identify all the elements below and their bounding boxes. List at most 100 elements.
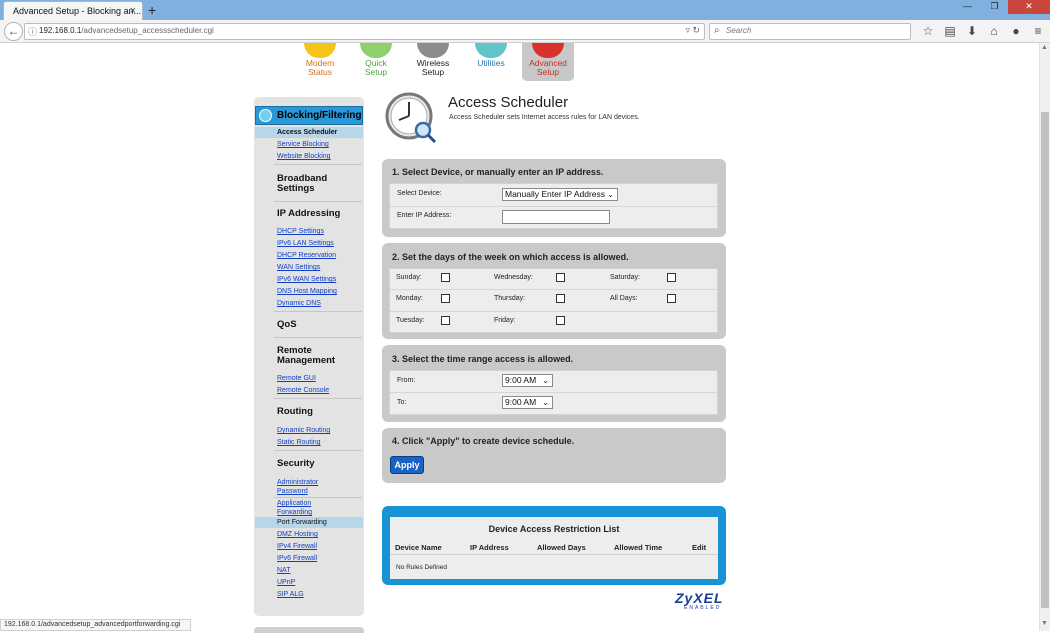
url-bar[interactable]: ⓘ 192.168.0.1/advancedsetup_accessschedu… (24, 23, 705, 40)
nav-advanced-setup[interactable]: Advanced Setup (522, 43, 574, 81)
select-device-value: Manually Enter IP Address (505, 189, 606, 199)
search-input[interactable]: Search (726, 26, 751, 35)
reading-list-icon[interactable]: ▤ (939, 23, 961, 40)
scroll-down-icon[interactable]: ▼ (1041, 620, 1048, 627)
sidebar-item-upnp[interactable]: UPnP (277, 578, 295, 587)
friday-checkbox[interactable] (556, 316, 565, 325)
globe-icon: ⓘ (28, 27, 38, 37)
sidebar-item-remote-console[interactable]: Remote Console (277, 386, 329, 395)
back-button[interactable]: ← (4, 22, 23, 41)
menu-icon[interactable]: ≡ (1027, 23, 1049, 40)
monday-checkbox[interactable] (441, 294, 450, 303)
sidebar-section-security[interactable]: Security (277, 459, 315, 469)
quick-setup-icon (360, 43, 392, 58)
step4-panel: 4. Click "Apply" to create device schedu… (382, 428, 726, 483)
step3-title: 3. Select the time range access is allow… (392, 354, 574, 364)
sidebar-item-static-routing[interactable]: Static Routing (277, 438, 321, 447)
search-bar[interactable]: ⌕ Search (709, 23, 911, 40)
saturday-checkbox[interactable] (667, 273, 676, 282)
sidebar-item-access-scheduler[interactable]: Access Scheduler (277, 128, 337, 137)
step3-fields: From: To: (389, 370, 718, 415)
sidebar-item-dmz-hosting[interactable]: DMZ Hosting (277, 530, 318, 539)
nav-label: Status (307, 67, 333, 77)
sidebar-item-dhcp-settings[interactable]: DHCP Settings (277, 227, 324, 236)
close-tab-icon[interactable]: × (130, 2, 136, 20)
sidebar-section-broadband[interactable]: Broadband Settings (277, 174, 337, 194)
scrollbar-thumb[interactable] (1041, 112, 1049, 608)
sidebar-item-application-forwarding[interactable]: Application Forwarding (277, 499, 323, 517)
download-icon[interactable]: ⬇ (961, 23, 983, 40)
sidebar-item-dhcp-reservation[interactable]: DHCP Reservation (277, 251, 336, 260)
search-icon: ⌕ (714, 25, 720, 36)
divider (274, 164, 362, 165)
nav-label: Setup (536, 67, 560, 77)
tuesday-checkbox[interactable] (441, 316, 450, 325)
to-time-dropdown[interactable]: 9:00 AM ⌄ (502, 396, 553, 409)
sidebar-item-ipv6-wan[interactable]: IPv6 WAN Settings (277, 275, 336, 284)
sidebar-item-ipv6-lan[interactable]: IPv6 LAN Settings (277, 239, 334, 248)
url-path: /advancedsetup_accessscheduler.cgi (81, 26, 214, 35)
toolbar-icons: ☆ ▤ ⬇ ⌂ ● ≡ (917, 23, 1049, 40)
close-window-icon[interactable]: ✕ (1008, 0, 1050, 14)
sidebar-item-ipv4-firewall[interactable]: IPv4 Firewall (277, 542, 317, 551)
from-time-value: 9:00 AM (505, 375, 537, 385)
bookmark-star-icon[interactable]: ☆ (917, 23, 939, 40)
divider (390, 554, 718, 555)
apply-button[interactable]: Apply (390, 456, 424, 474)
thursday-label: Thursday: (494, 295, 526, 302)
sidebar-item-website-blocking[interactable]: Website Blocking (277, 152, 331, 161)
sidebar-header-label: Blocking/Filtering (277, 110, 362, 121)
sidebar-item-administrator-password[interactable]: Administrator Password (277, 478, 323, 496)
url-host: 192.168.0.1 (39, 26, 82, 35)
minimize-icon[interactable]: — (954, 0, 981, 14)
sidebar-item-wan-settings[interactable]: WAN Settings (277, 263, 320, 272)
select-device-dropdown[interactable]: Manually Enter IP Address ⌄ (502, 188, 618, 201)
divider (274, 201, 362, 202)
nav-quick-setup[interactable]: Quick Setup (348, 43, 404, 77)
thursday-checkbox[interactable] (556, 294, 565, 303)
page-title: Access Scheduler (448, 94, 569, 111)
ip-address-label: Enter IP Address: (397, 212, 452, 219)
sidebar-item-nat[interactable]: NAT (277, 566, 290, 575)
nav-wireless-setup[interactable]: Wireless Setup (405, 43, 461, 77)
new-tab-button[interactable]: + (148, 1, 156, 19)
ip-address-input[interactable] (502, 210, 610, 224)
chat-icon[interactable]: ● (1005, 23, 1027, 40)
sidebar-item-sip-alg[interactable]: SIP ALG (277, 590, 304, 599)
browser-tab[interactable]: Advanced Setup - Blocking an... × (3, 1, 143, 20)
column-header-ip-address: IP Address (470, 543, 509, 552)
reload-icon[interactable]: ▿ ↻ (685, 25, 700, 36)
tab-title: Advanced Setup - Blocking an... (13, 6, 142, 16)
wednesday-checkbox[interactable] (556, 273, 565, 282)
utilities-icon (475, 43, 507, 58)
sidebar-item-port-forwarding[interactable]: Port Forwarding (277, 518, 327, 527)
nav-utilities[interactable]: Utilities (463, 43, 519, 68)
sidebar-item-dynamic-dns[interactable]: Dynamic DNS (277, 299, 321, 308)
clock-search-icon (385, 92, 437, 144)
sidebar-item-dns-host-mapping[interactable]: DNS Host Mapping (277, 287, 337, 296)
sidebar-item-dynamic-routing[interactable]: Dynamic Routing (277, 426, 330, 435)
restore-icon[interactable]: ❐ (981, 0, 1008, 14)
tuesday-label: Tuesday: (396, 317, 425, 324)
sidebar-item-ipv6-firewall[interactable]: IPv6 Firewall (277, 554, 317, 563)
divider (274, 497, 362, 498)
nav-modem-status[interactable]: Modem Status (292, 43, 348, 77)
sidebar-item-service-blocking[interactable]: Service Blocking (277, 140, 329, 149)
sidebar-section-remote-management[interactable]: Remote Management (277, 346, 347, 366)
sunday-checkbox[interactable] (441, 273, 450, 282)
select-device-label: Select Device: (397, 190, 442, 197)
row-divider (390, 392, 717, 393)
from-time-dropdown[interactable]: 9:00 AM ⌄ (502, 374, 553, 387)
modem-status-icon (304, 43, 336, 58)
window-controls: — ❐ ✕ (954, 0, 1050, 14)
sidebar-section-ip-addressing[interactable]: IP Addressing (277, 209, 340, 219)
home-icon[interactable]: ⌂ (983, 23, 1005, 40)
sidebar-header[interactable]: Blocking/Filtering (255, 106, 363, 125)
scroll-up-icon[interactable]: ▲ (1041, 44, 1048, 51)
sidebar-item-remote-gui[interactable]: Remote GUI (277, 374, 316, 383)
friday-label: Friday: (494, 317, 516, 324)
sidebar-section-qos[interactable]: QoS (277, 320, 297, 330)
sidebar-section-routing[interactable]: Routing (277, 407, 313, 417)
all-days-checkbox[interactable] (667, 294, 676, 303)
all-days-label: All Days: (610, 295, 638, 302)
